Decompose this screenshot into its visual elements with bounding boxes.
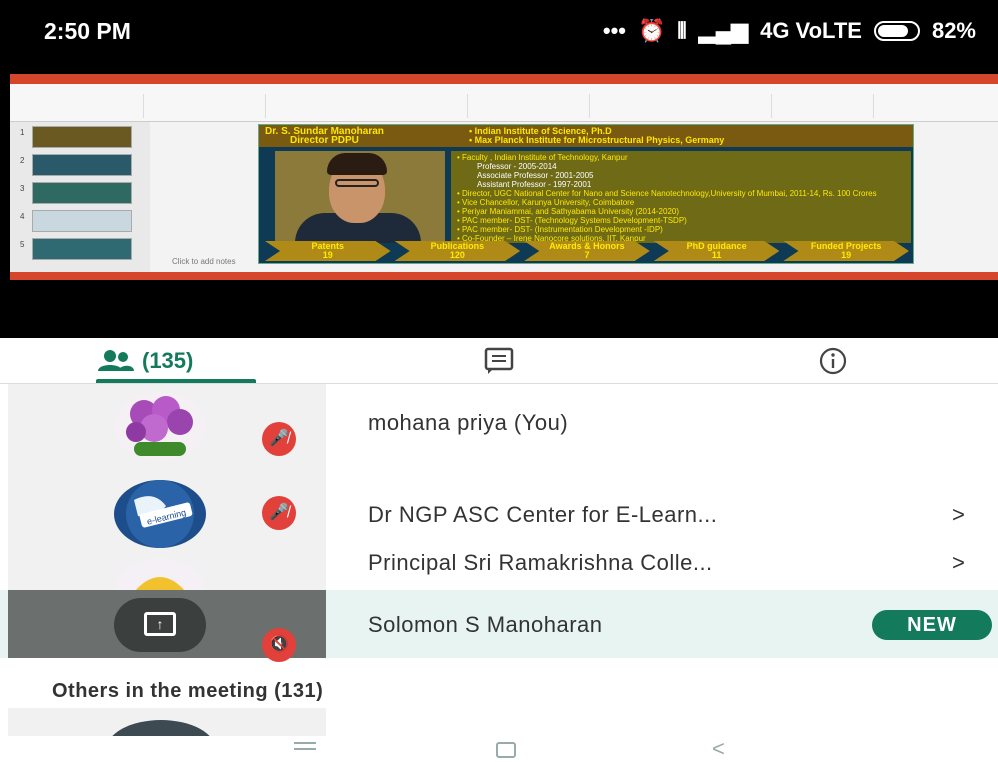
current-slide: Dr. S. Sundar Manoharan Director PDPU • … — [258, 124, 914, 264]
slide-bullet: • Faculty , Indian Institute of Technolo… — [457, 153, 628, 162]
slide-stats: Patents 19 Publications 120 Awards & Honors 7… — [265, 241, 909, 261]
presentation-window: 1 2 3 4 5 Dr. S. Sundar Manoharan Direct… — [10, 74, 998, 280]
slide-stat-value: 19 — [841, 250, 852, 260]
volume-off-icon: 🔇 — [262, 628, 296, 662]
new-badge: NEW — [872, 610, 992, 640]
more-dots-icon: ••• — [602, 18, 626, 43]
participant-row[interactable]: e-learning 🎤̸ Dr NGP ASC Center for E-Le… — [0, 472, 998, 560]
meeting-tabs: (135) — [0, 338, 998, 384]
tab-info[interactable] — [818, 338, 848, 384]
home-icon[interactable] — [496, 742, 516, 758]
avatar-globe: e-learning — [114, 480, 206, 548]
tab-chat[interactable] — [484, 338, 514, 384]
chat-icon — [484, 347, 514, 374]
people-count: (135) — [142, 348, 194, 373]
slide-stat: PhD guidance 11 — [653, 241, 780, 261]
slide-thumbnails: 1 2 3 4 5 — [10, 122, 150, 272]
slide-bullet: • Vice Chancellor, Karunya University, C… — [457, 198, 635, 207]
speaker-photo — [275, 151, 445, 243]
slide-stat-value: 11 — [711, 250, 722, 260]
vibrate-icon: ⫴ — [677, 18, 687, 43]
battery-icon — [873, 21, 920, 41]
mic-off-icon: 🎤̸ — [262, 422, 296, 456]
slide-bullet: Professor - 2005-2014 — [477, 162, 557, 171]
slide-stat-value: 7 — [584, 250, 590, 260]
notes-placeholder: Click to add notes — [172, 257, 236, 266]
participant-name: mohana priya (You) — [368, 410, 569, 435]
slide-bullet: Associate Professor - 2001-2005 — [477, 171, 594, 180]
slide-stat: Publications 120 — [394, 241, 521, 261]
mic-off-icon: 🎤̸ — [262, 496, 296, 530]
present-screen-icon: ↑ — [114, 598, 206, 652]
slide-role: Director PDPU — [290, 135, 359, 146]
slide-edu-2: • Max Planck Institute for Microstructur… — [469, 135, 725, 145]
slide-stat: Awards & Honors 7 — [524, 241, 650, 261]
shared-screen[interactable]: 1 2 3 4 5 Dr. S. Sundar Manoharan Direct… — [0, 62, 998, 338]
slide-stat-value: 19 — [322, 250, 333, 260]
network-label: 4G VoLTE — [760, 18, 862, 43]
slide-bullet: Assistant Professor - 1997-2001 — [477, 180, 592, 189]
slide-stat-value: 120 — [449, 250, 465, 260]
chevron-right-icon[interactable]: > — [952, 550, 965, 576]
status-icons: ••• ⏰ ⫴ ▂▄▆ 4G VoLTE 82% — [603, 18, 976, 44]
status-bar: 2:50 PM ••• ⏰ ⫴ ▂▄▆ 4G VoLTE 82% — [0, 0, 998, 62]
slide-stat: Patents 19 — [265, 241, 391, 261]
info-icon — [819, 347, 847, 375]
slide-stat: Funded Projects 19 — [783, 241, 909, 261]
participant-name: Solomon S Manoharan — [368, 612, 603, 637]
tab-people[interactable]: (135) — [98, 338, 193, 384]
participant-row-partial[interactable] — [8, 708, 326, 736]
status-time: 2:50 PM — [44, 18, 131, 44]
slide-bullets: • Faculty , Indian Institute of Technolo… — [451, 151, 911, 243]
participant-name: Dr NGP ASC Center for E-Learn... — [368, 502, 718, 527]
slide-bullet: • Periyar Maniammai, and Sathyabama Univ… — [457, 207, 680, 216]
system-nav-bar: < — [0, 736, 998, 762]
slide-bullet: • PAC member- DST- (Technology Systems D… — [457, 216, 687, 225]
ppt-ribbon — [10, 84, 998, 122]
alarm-icon: ⏰ — [638, 18, 666, 43]
tab-indicator — [96, 379, 256, 383]
signal-icon: ▂▄▆ — [698, 18, 749, 43]
ppt-statusbar — [10, 272, 998, 280]
ppt-titlebar — [10, 74, 998, 84]
participant-row-you[interactable]: 🎤̸ mohana priya (You) — [0, 384, 998, 472]
others-heading: Others in the meeting (131) — [52, 680, 324, 702]
back-icon[interactable]: < — [712, 736, 725, 762]
avatar — [106, 720, 216, 736]
participant-name: Principal Sri Ramakrishna Colle... — [368, 550, 713, 575]
battery-percent: 82% — [931, 18, 976, 43]
slide-bullet: • PAC member- DST- (Instrumentation Deve… — [457, 225, 663, 234]
participant-row-presenting[interactable]: ↑ 🔇 Solomon S Manoharan NEW — [0, 590, 998, 662]
slide-header: Dr. S. Sundar Manoharan Director PDPU • … — [259, 125, 913, 147]
chevron-right-icon[interactable]: > — [952, 502, 965, 528]
avatar-flowers — [114, 392, 206, 460]
slide-bullet: • Director, UGC National Center for Nano… — [457, 189, 877, 198]
people-icon — [98, 350, 134, 371]
menu-icon[interactable] — [294, 742, 316, 754]
